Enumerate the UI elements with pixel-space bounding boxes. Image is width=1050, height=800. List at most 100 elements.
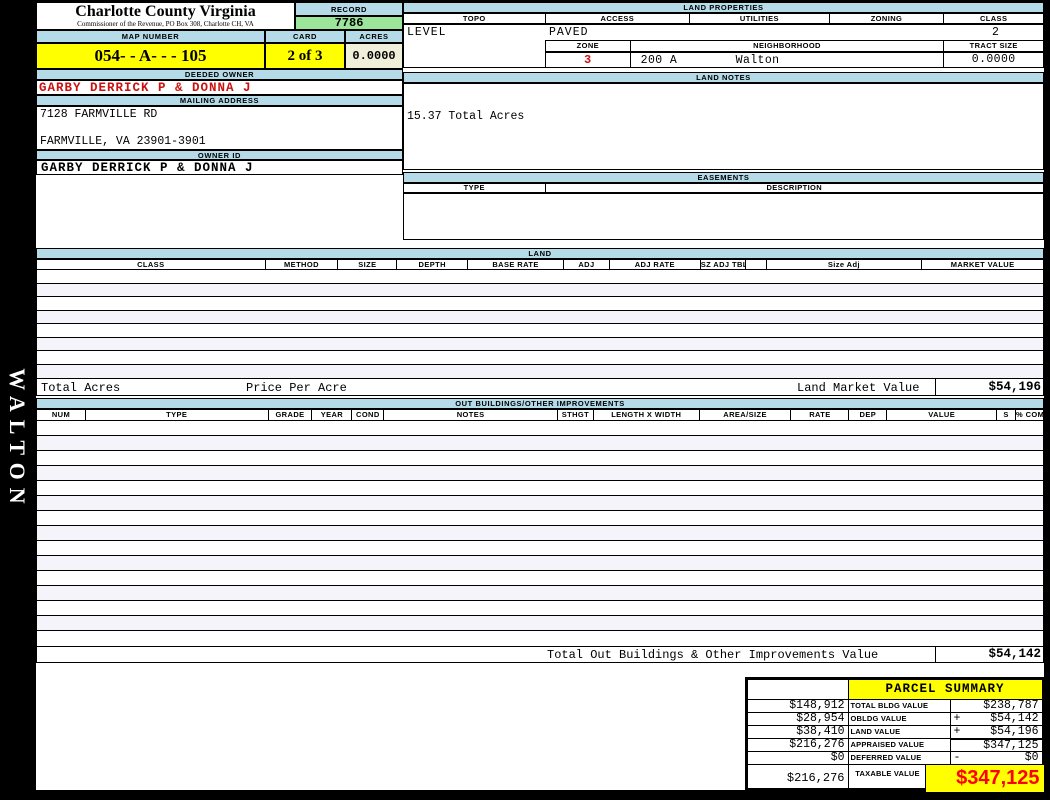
out-buildings-empty-row xyxy=(37,526,1043,541)
land-empty-row xyxy=(37,297,1043,311)
neighborhood-value-cell: 200 A Walton xyxy=(631,53,945,67)
land-empty-row xyxy=(37,283,1043,297)
neighborhood-name: Walton xyxy=(735,54,780,67)
parcel-summary-row: $38,410 LAND VALUE + $54,196 xyxy=(746,724,1043,739)
out-buildings-empty-row xyxy=(37,601,1043,616)
parcel-row-label: LAND VALUE xyxy=(847,724,951,739)
out-buildings-empty-row xyxy=(37,436,1043,451)
parcel-taxable-value: $347,125 xyxy=(924,763,1045,793)
parcel-row-label: DEFERRED VALUE xyxy=(847,750,951,765)
out-buildings-total-row: Total Out Buildings & Other Improvements… xyxy=(36,646,1044,663)
land-column-header: BASE RATE xyxy=(468,260,564,269)
out-buildings-column-header: GRADE xyxy=(269,410,313,420)
out-buildings-empty-row xyxy=(37,451,1043,466)
topo-value: LEVEL xyxy=(407,26,447,39)
parcel-taxable-row: $216,276 TAXABLE VALUE $347,125 xyxy=(746,763,1045,793)
parcel-row-label: APPRAISED VALUE xyxy=(847,737,951,752)
mailing-address-box: 7128 FARMVILLE RD FARMVILLE, VA 23901-39… xyxy=(36,106,403,150)
county-subtitle: Commissioner of the Revenue, PO Box 308,… xyxy=(77,20,254,28)
parcel-prev-value: $0 xyxy=(746,750,849,765)
total-acres-label: Total Acres xyxy=(41,381,121,395)
out-buildings-column-header: COND xyxy=(352,410,385,420)
out-buildings-column-header: VALUE xyxy=(887,410,998,420)
land-column-header: CLASS xyxy=(37,260,266,269)
utilities-column-label: UTILITIES xyxy=(690,14,830,23)
owner-id-value: GARBY DERRICK P & DONNA J xyxy=(36,160,403,175)
land-empty-row xyxy=(37,337,1043,351)
county-title: Charlotte County Virginia xyxy=(75,3,256,20)
owner-id-label: OWNER ID xyxy=(36,150,403,160)
class-column-label: CLASS xyxy=(979,14,1008,23)
easements-column-headers: TYPE DESCRIPTION xyxy=(403,183,1044,193)
parcel-summary-row: $216,276 APPRAISED VALUE $347,125 xyxy=(746,737,1043,752)
zone-value: 3 xyxy=(546,53,631,67)
out-buildings-column-header: STHGT xyxy=(558,410,594,420)
parcel-prev-value: $28,954 xyxy=(746,711,849,726)
card-label: CARD xyxy=(265,30,345,43)
tract-size-column-label: TRACT SIZE xyxy=(969,41,1018,50)
land-section-label: LAND xyxy=(36,248,1044,259)
parcel-row-value-cell: + $54,196 xyxy=(949,724,1043,739)
out-buildings-total-label: Total Out Buildings & Other Improvements… xyxy=(547,648,879,662)
zone-values-row: 3 200 A Walton 0.0000 xyxy=(545,52,1044,68)
acres-label: ACRES xyxy=(345,30,403,43)
property-record-card: WALTON Charlotte County Virginia Commiss… xyxy=(0,0,1050,800)
easement-description-column-label: DESCRIPTION xyxy=(766,184,823,192)
parcel-value: $0 xyxy=(1024,750,1039,764)
easements-label: EASEMENTS xyxy=(403,172,1044,183)
parcel-value: $54,196 xyxy=(990,724,1039,738)
land-market-value-label: Land Market Value xyxy=(797,381,920,395)
record-label: RECORD xyxy=(295,2,403,16)
out-buildings-column-headers: NUM TYPE GRADE YEAR COND NOTES STHGT LENGTH X W… xyxy=(36,409,1044,421)
parcel-prev-value: $216,276 xyxy=(746,737,849,752)
parcel-row-label: TOTAL BLDG VALUE xyxy=(847,698,951,713)
out-buildings-empty-row xyxy=(37,586,1043,601)
land-notes-box: 15.37 Total Acres xyxy=(403,83,1044,170)
access-column-label: ACCESS xyxy=(546,14,691,23)
land-properties-label: LAND PROPERTIES xyxy=(403,2,1044,13)
land-properties-values-row: LEVEL PAVED 2 xyxy=(403,24,1044,40)
deeded-owner-value: GARBY DERRICK P & DONNA J xyxy=(36,80,403,95)
parcel-row-value-cell: $238,787 xyxy=(949,698,1043,713)
parcel-summary-title: PARCEL SUMMARY xyxy=(847,678,1043,700)
out-buildings-column-header: YEAR xyxy=(312,410,353,420)
topo-column-label: TOPO xyxy=(404,14,546,23)
parcel-taxable-label: TAXABLE VALUE xyxy=(847,763,926,793)
card-value: 2 of 3 xyxy=(265,43,345,69)
out-buildings-column-header: RATE xyxy=(791,410,850,420)
out-buildings-column-header: AREA/SIZE xyxy=(700,410,792,420)
land-empty-row xyxy=(37,364,1043,378)
parcel-summary-row: $28,954 OBLDG VALUE + $54,142 xyxy=(746,711,1043,726)
out-buildings-empty-row xyxy=(37,616,1043,631)
land-column-header: Size Adj xyxy=(767,260,923,269)
tract-size-value: 0.0000 xyxy=(971,53,1016,66)
out-buildings-empty-row xyxy=(37,631,1043,646)
out-buildings-column-header: % COMP xyxy=(1016,410,1043,419)
parcel-value: $54,142 xyxy=(990,711,1039,725)
parcel-row-value-cell: + $54,142 xyxy=(949,711,1043,726)
out-buildings-empty-row xyxy=(37,511,1043,526)
zone-column-label: ZONE xyxy=(546,41,631,51)
land-properties-column-headers: TOPO ACCESS UTILITIES ZONING CLASS xyxy=(403,13,1044,24)
out-buildings-column-header: NOTES xyxy=(384,410,558,420)
record-value: 7786 xyxy=(295,16,403,30)
land-empty-row xyxy=(37,324,1043,338)
out-buildings-column-header: DEP xyxy=(849,410,888,420)
mailing-address-line2: FARMVILLE, VA 23901-3901 xyxy=(40,135,206,148)
parcel-summary-rows: $148,912 TOTAL BLDG VALUE $238,787 $28,954 O… xyxy=(746,698,1043,765)
parcel-summary-row: $0 DEFERRED VALUE - $0 xyxy=(746,750,1043,765)
parcel-sign: + xyxy=(953,711,961,725)
out-buildings-table-body xyxy=(36,421,1044,646)
neighborhood-code: 200 A xyxy=(640,54,678,67)
parcel-prev-value: $38,410 xyxy=(746,724,849,739)
map-number-value: 054- - A- - - 105 xyxy=(36,43,265,69)
out-buildings-total-value: $54,142 xyxy=(935,647,1045,662)
out-buildings-column-header: NUM xyxy=(37,410,86,420)
out-buildings-column-header: S xyxy=(997,410,1017,420)
parcel-taxable-prev-value: $216,276 xyxy=(746,763,849,793)
land-column-header: SZ ADJ TBL xyxy=(700,260,746,269)
card-content: Charlotte County Virginia Commissioner o… xyxy=(36,2,1045,793)
out-buildings-column-header: TYPE xyxy=(86,410,269,420)
acres-value: 0.0000 xyxy=(345,43,403,69)
out-buildings-empty-row xyxy=(37,421,1043,436)
